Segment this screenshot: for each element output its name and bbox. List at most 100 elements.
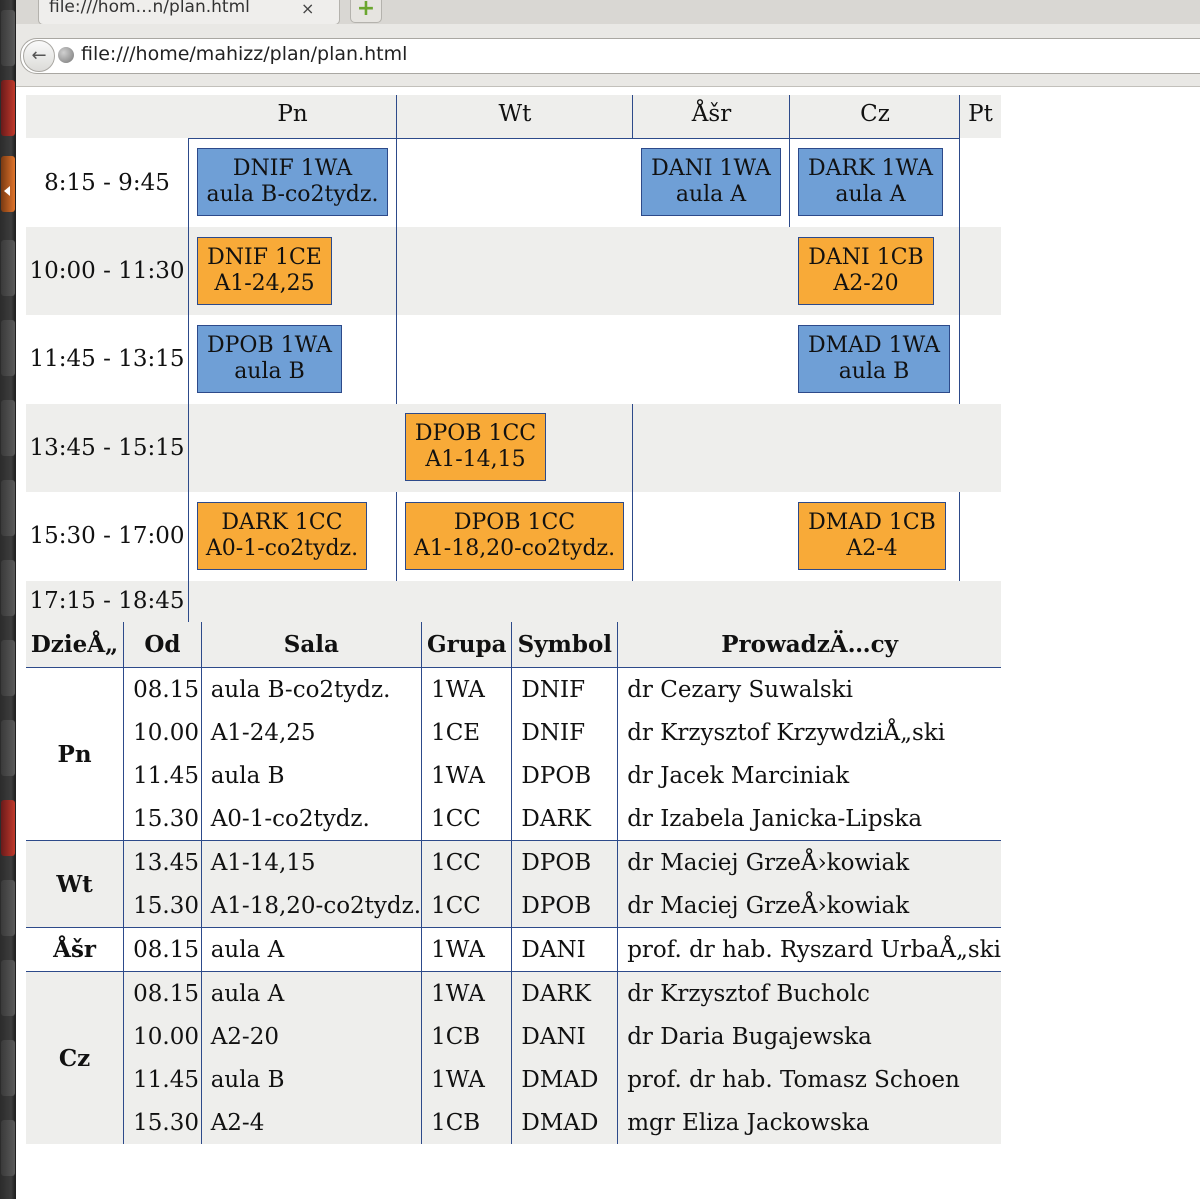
launcher-item[interactable] [1, 400, 15, 456]
class-block[interactable]: DANI 1CB A2-20 [798, 237, 934, 305]
class-room: aula B [838, 359, 910, 384]
cell-grupa: 1WA [421, 754, 512, 797]
table-row: 11.45 aula B 1WA DMAD prof. dr hab. Toma… [26, 1058, 1001, 1101]
cell-od: 11.45 [123, 754, 202, 797]
cell-od: 10.00 [123, 1015, 202, 1058]
class-block[interactable]: DMAD 1WA aula B [798, 325, 950, 393]
time-label: 10:00 - 11:30 [29, 258, 185, 284]
day-cell: Pn [57, 740, 92, 768]
address-bar[interactable]: ← file:///home/mahizz/plan/plan.html [20, 38, 1200, 74]
cell-symbol: DNIF [511, 667, 618, 711]
class-block[interactable]: DPOB 1CC A1-14,15 [405, 413, 546, 481]
grid-line [396, 138, 397, 404]
grid-line [396, 492, 397, 581]
class-code: DPOB 1WA [206, 333, 333, 358]
column-header-symbol: Symbol [511, 622, 618, 668]
table-row: Wt 13.45 A1-14,15 1CC DPOB dr Maciej Grz… [26, 840, 1001, 928]
grid-line [959, 138, 960, 404]
launcher-item[interactable] [1, 10, 15, 66]
cell-prowadzacy: mgr Eliza Jackowska [617, 1101, 1001, 1144]
details-table: DzieÅ„ Od Sala Grupa Symbol ProwadzÄ…cy … [26, 622, 1001, 1144]
launcher-item[interactable] [1, 80, 15, 136]
table-row: Åšr 08.15 aula A 1WA DANI prof. dr hab. … [26, 927, 1001, 972]
launcher-item[interactable] [1, 640, 15, 696]
grid-line [789, 95, 790, 138]
day-cell: Cz [26, 971, 124, 1144]
url-text[interactable]: file:///home/mahizz/plan/plan.html [81, 43, 407, 65]
close-tab-icon[interactable]: × [301, 0, 314, 18]
cell-sala: A2-4 [200, 1101, 422, 1144]
cell-grupa: 1CE [421, 711, 512, 754]
class-block[interactable]: DANI 1WA aula A [641, 148, 781, 216]
class-room: aula B [234, 359, 305, 384]
class-room: A0-1-co2tydz. [205, 536, 359, 561]
day-header-sr: Åšr [691, 101, 732, 127]
cell-symbol: DNIF [511, 711, 618, 754]
column-header-od: Od [123, 622, 202, 668]
class-block[interactable]: DARK 1CC A0-1-co2tydz. [197, 502, 367, 570]
cell-prowadzacy: dr Daria Bugajewska [617, 1015, 1001, 1058]
cell-sala: A0-1-co2tydz. [200, 797, 422, 841]
launcher-item[interactable] [1, 720, 15, 776]
back-button[interactable]: ← [23, 40, 55, 72]
class-code: DPOB 1CC [453, 510, 576, 535]
active-indicator-icon [4, 186, 10, 196]
class-block[interactable]: DPOB 1CC A1-18,20-co2tydz. [405, 502, 624, 570]
class-room: aula A [835, 182, 906, 207]
class-code: DANI 1WA [651, 156, 771, 181]
cell-prowadzacy: dr Maciej GrzeÅ›kowiak [617, 884, 1001, 928]
tab-bar: file:///hom…n/plan.html × + [16, 0, 1200, 25]
cell-grupa: 1CC [421, 840, 512, 884]
cell-od: 15.30 [123, 1101, 202, 1144]
cell-symbol: DANI [511, 927, 618, 972]
tab-title: file:///hom…n/plan.html [49, 0, 250, 17]
cell-od: 15.30 [123, 797, 202, 841]
class-block[interactable]: DPOB 1WA aula B [197, 325, 342, 393]
new-tab-button[interactable]: + [350, 0, 382, 23]
class-block[interactable]: DMAD 1CB A2-4 [798, 502, 946, 570]
launcher-item[interactable] [1, 1040, 15, 1096]
grid-line [789, 138, 790, 227]
browser-tab[interactable]: file:///hom…n/plan.html × [38, 0, 340, 25]
class-code: DARK 1WA [808, 156, 933, 181]
cell-symbol: DANI [511, 1015, 618, 1058]
navigation-bar: ← file:///home/mahizz/plan/plan.html [16, 24, 1200, 87]
column-header-prowadzacy: ProwadzÄ…cy [617, 622, 1001, 668]
class-block[interactable]: DNIF 1CE A1-24,25 [197, 237, 332, 305]
site-identity-icon[interactable] [58, 47, 74, 63]
time-label: 15:30 - 17:00 [29, 523, 185, 549]
cell-grupa: 1CC [421, 797, 512, 841]
time-label: 13:45 - 15:15 [29, 435, 185, 461]
grid-line [188, 138, 189, 622]
launcher-item[interactable] [1, 480, 15, 536]
column-header-day: DzieÅ„ [26, 622, 124, 668]
time-label: 11:45 - 13:15 [29, 346, 185, 372]
launcher-item[interactable] [1, 880, 15, 936]
class-room: aula B-co2tydz. [206, 182, 379, 207]
cell-od: 15.30 [123, 884, 202, 928]
table-row: 15.30 A0-1-co2tydz. 1CC DARK dr Izabela … [26, 797, 1001, 841]
cell-grupa: 1WA [421, 927, 512, 972]
grid-line [959, 492, 960, 581]
cell-prowadzacy: dr Maciej GrzeÅ›kowiak [617, 840, 1001, 884]
launcher-item[interactable] [1, 240, 15, 296]
launcher-item[interactable] [1, 1120, 15, 1176]
class-code: DNIF 1CE [207, 245, 322, 270]
class-block[interactable]: DNIF 1WA aula B-co2tydz. [197, 148, 388, 216]
cell-prowadzacy: dr Izabela Janicka-Lipska [617, 797, 1001, 841]
launcher-item[interactable] [1, 560, 15, 616]
launcher-item[interactable] [1, 320, 15, 376]
launcher-item-browser[interactable] [1, 156, 15, 212]
class-code: DARK 1CC [221, 510, 343, 535]
grid-line [632, 95, 633, 138]
column-header-sala: Sala [200, 622, 422, 668]
launcher-item[interactable] [1, 960, 15, 1016]
cell-prowadzacy: dr Krzysztof KrzywdziÅ„ski [617, 711, 1001, 754]
launcher-item[interactable] [1, 800, 15, 856]
cell-prowadzacy: dr Jacek Marciniak [617, 754, 1001, 797]
cell-sala: A1-14,15 [200, 840, 422, 884]
time-label: 8:15 - 9:45 [44, 170, 170, 196]
cell-symbol: DARK [511, 971, 618, 1015]
cell-sala: aula B [200, 1058, 422, 1101]
class-block[interactable]: DARK 1WA aula A [798, 148, 943, 216]
